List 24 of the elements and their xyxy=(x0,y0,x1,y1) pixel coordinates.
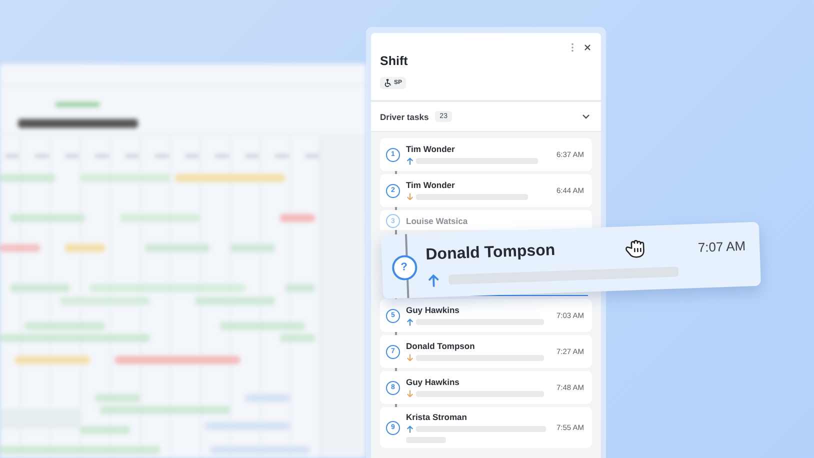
driver-name: Tim Wonder xyxy=(406,180,456,190)
grab-hand-icon xyxy=(624,238,648,258)
task-time: 7:07 AM xyxy=(698,238,746,255)
wheelchair-icon xyxy=(384,79,392,87)
up-arrow-icon xyxy=(406,425,414,433)
close-button[interactable] xyxy=(584,44,591,51)
collapse-button[interactable] xyxy=(582,114,590,119)
up-arrow-icon xyxy=(406,157,414,165)
more-options-button[interactable] xyxy=(571,43,574,52)
down-arrow-icon xyxy=(406,354,414,362)
driver-name: Guy Hawkins xyxy=(406,305,460,315)
up-arrow-icon xyxy=(406,318,414,326)
down-arrow-icon xyxy=(406,193,414,201)
driver-name: Tim Wonder xyxy=(406,144,456,154)
task-number: ? xyxy=(391,254,418,280)
driver-name: Donald Tompson xyxy=(425,242,556,264)
down-arrow-icon xyxy=(406,390,414,398)
driver-name: Guy Hawkins xyxy=(406,377,460,387)
driver-name: Krista Stroman xyxy=(406,412,468,422)
panel-title: Shift xyxy=(380,54,409,68)
driver-name: Donald Tompson xyxy=(406,341,476,351)
chevron-icon xyxy=(582,114,590,119)
section-label: Driver tasks xyxy=(380,112,429,122)
up-arrow-icon xyxy=(426,272,441,288)
